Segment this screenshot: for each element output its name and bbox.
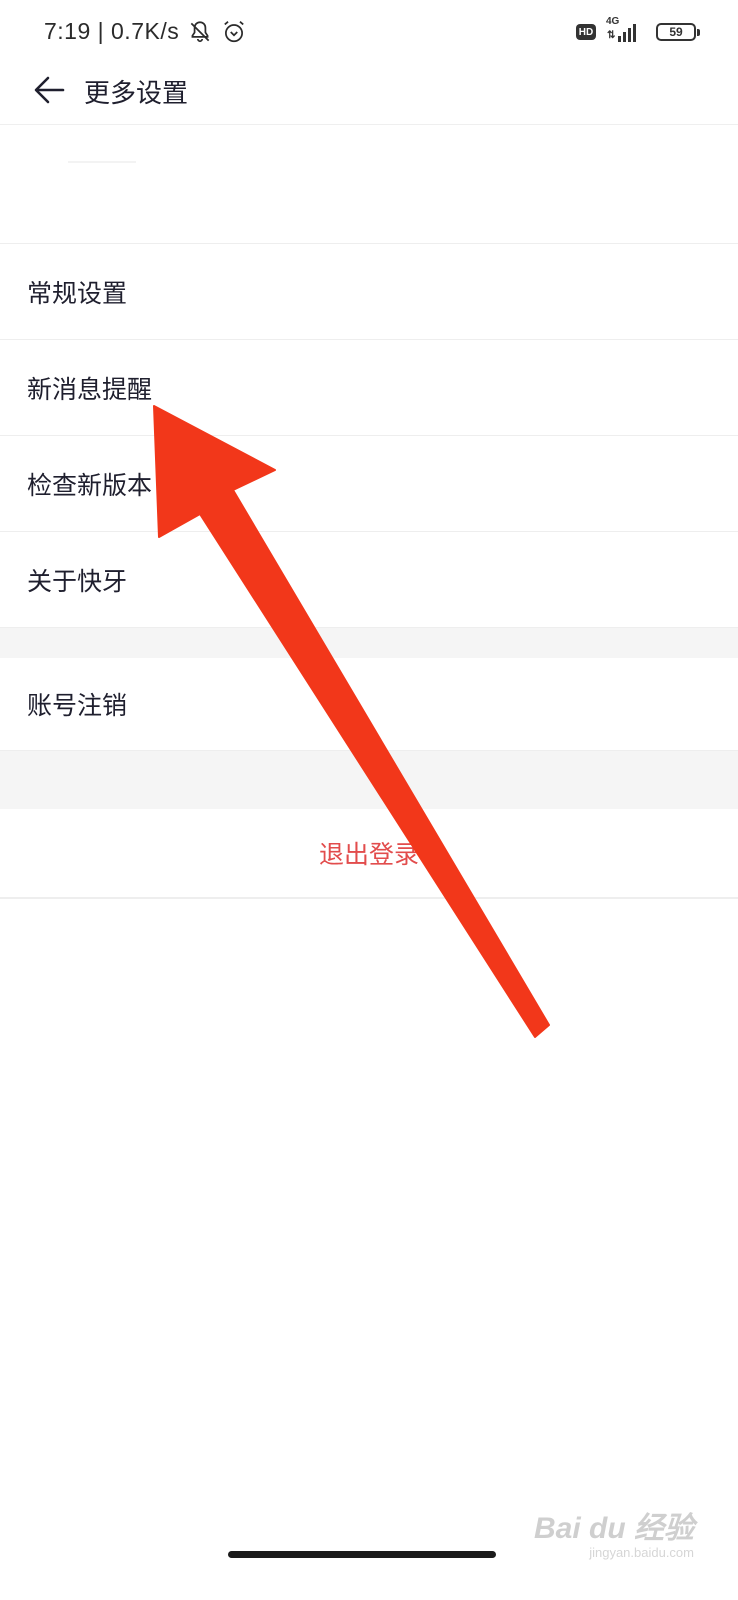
status-time-speed: 7:19 | 0.7K/s	[44, 18, 180, 44]
battery-icon: 59	[656, 23, 700, 41]
settings-item-label: 关于快牙	[27, 566, 128, 596]
settings-item-notifications[interactable]: 新消息提醒	[0, 340, 738, 436]
profile-placeholder	[0, 125, 738, 244]
settings-item-account-cancel[interactable]: 账号注销	[0, 658, 738, 751]
watermark-logo: Bai du 经验 jingyan.baidu.com	[534, 1503, 694, 1560]
section-divider	[0, 628, 738, 658]
home-indicator[interactable]	[228, 1551, 496, 1558]
bell-muted-icon	[190, 20, 210, 42]
status-right: HD 4G ⇅ 59	[576, 16, 700, 44]
network-arrows: ⇅	[607, 30, 616, 41]
watermark-main: Bai du 经验	[533, 1512, 694, 1545]
settings-list: 常规设置 新消息提醒 检查新版本 关于快牙 账号注销 退出登录	[0, 244, 738, 899]
alarm-icon	[224, 20, 244, 42]
settings-item-label: 账号注销	[27, 691, 128, 720]
settings-item-label: 常规设置	[27, 278, 128, 308]
watermark-sub: jingyan.baidu.com	[589, 1545, 694, 1560]
settings-item-about[interactable]: 关于快牙	[0, 532, 738, 628]
settings-item-check-update[interactable]: 检查新版本	[0, 436, 738, 532]
app-header: 更多设置	[0, 60, 738, 125]
status-bar: 7:19 | 0.7K/s HD 4G ⇅ 59	[0, 0, 738, 66]
status-left: 7:19 | 0.7K/s	[44, 18, 247, 45]
back-arrow-icon[interactable]	[32, 72, 68, 108]
page-title: 更多设置	[84, 79, 189, 109]
battery-level: 59	[669, 25, 683, 39]
hd-badge: HD	[576, 24, 596, 40]
signal-icon: 4G ⇅	[606, 16, 646, 44]
logout-label: 退出登录	[318, 840, 419, 869]
logout-button[interactable]: 退出登录	[0, 809, 738, 899]
placeholder-line	[68, 161, 136, 163]
settings-item-general[interactable]: 常规设置	[0, 244, 738, 340]
settings-item-label: 新消息提醒	[27, 374, 153, 404]
section-divider	[0, 751, 738, 809]
settings-item-label: 检查新版本	[27, 470, 153, 500]
signal-bars	[618, 24, 636, 42]
